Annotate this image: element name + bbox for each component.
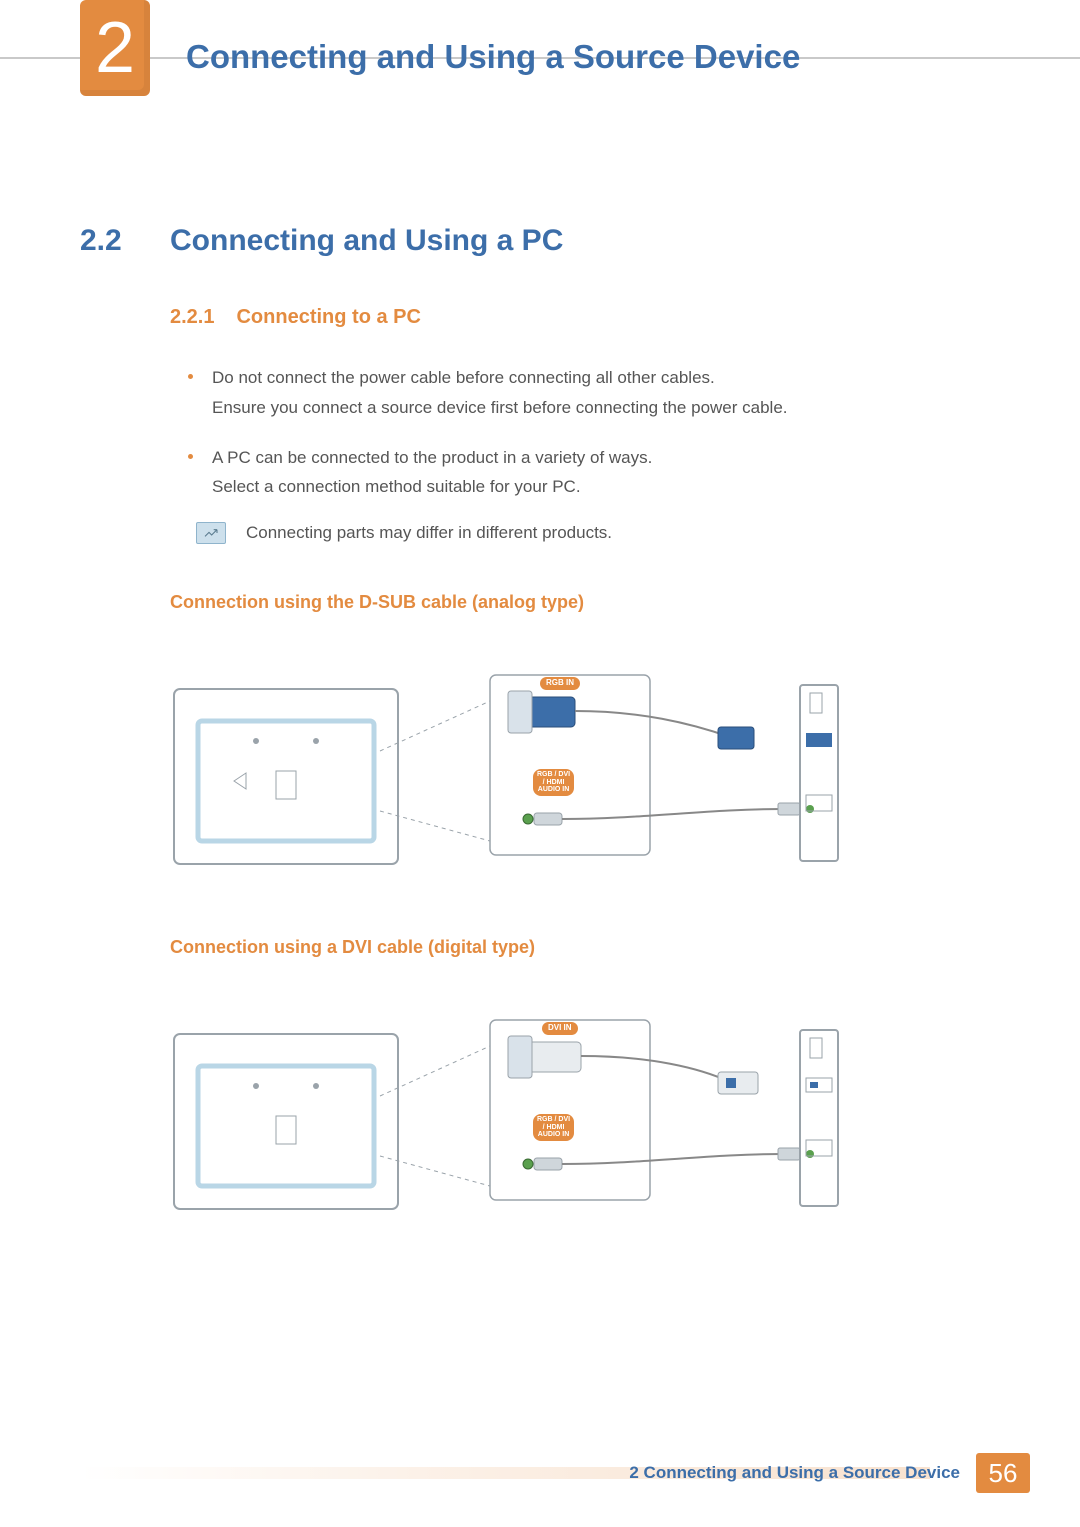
port-label-audio-in: RGB / DVI / HDMI AUDIO IN xyxy=(533,1114,574,1141)
bullet-line2: Ensure you connect a source device first… xyxy=(212,393,1020,423)
dsub-heading: Connection using the D-SUB cable (analog… xyxy=(170,592,1020,613)
page: 2 Connecting and Using a Source Device 2… xyxy=(0,0,1080,1527)
port-label-audio-in: RGB / DVI / HDMI AUDIO IN xyxy=(533,769,574,796)
port-label-rgb-in: RGB IN xyxy=(540,677,580,690)
dsub-diagram: RGB IN RGB / DVI / HDMI AUDIO IN xyxy=(170,661,890,881)
chapter-number: 2 xyxy=(95,12,135,84)
bullet-item: A PC can be connected to the product in … xyxy=(188,443,1020,503)
subsection-heading: 2.2.1 Connecting to a PC xyxy=(170,306,1020,329)
note-icon xyxy=(196,522,226,544)
page-footer: 2 Connecting and Using a Source Device 5… xyxy=(0,1453,1080,1493)
section-title: Connecting and Using a PC xyxy=(170,224,563,258)
page-number: 56 xyxy=(976,1453,1030,1493)
section-heading: 2.2 Connecting and Using a PC xyxy=(80,224,1020,258)
subsection-number: 2.2.1 xyxy=(170,306,214,329)
note-text: Connecting parts may differ in different… xyxy=(246,523,612,543)
port-label-dvi-in: DVI IN xyxy=(542,1022,578,1035)
bullet-line1: Do not connect the power cable before co… xyxy=(212,368,715,387)
bullet-line1: A PC can be connected to the product in … xyxy=(212,448,652,467)
subsection-title: Connecting to a PC xyxy=(236,306,420,329)
dvi-heading: Connection using a DVI cable (digital ty… xyxy=(170,937,1020,958)
bullet-line2: Select a connection method suitable for … xyxy=(212,472,1020,502)
dvi-diagram: DVI IN RGB / DVI / HDMI AUDIO IN xyxy=(170,1006,890,1226)
footer-text: 2 Connecting and Using a Source Device xyxy=(629,1463,960,1483)
bullet-list: Do not connect the power cable before co… xyxy=(188,363,1020,502)
bullet-item: Do not connect the power cable before co… xyxy=(188,363,1020,423)
chapter-number-badge: 2 xyxy=(80,0,150,96)
section-number: 2.2 xyxy=(80,224,170,258)
chapter-title: Connecting and Using a Source Device xyxy=(186,38,800,76)
chapter-header: 2 Connecting and Using a Source Device xyxy=(80,22,1020,92)
note: Connecting parts may differ in different… xyxy=(196,522,1020,544)
